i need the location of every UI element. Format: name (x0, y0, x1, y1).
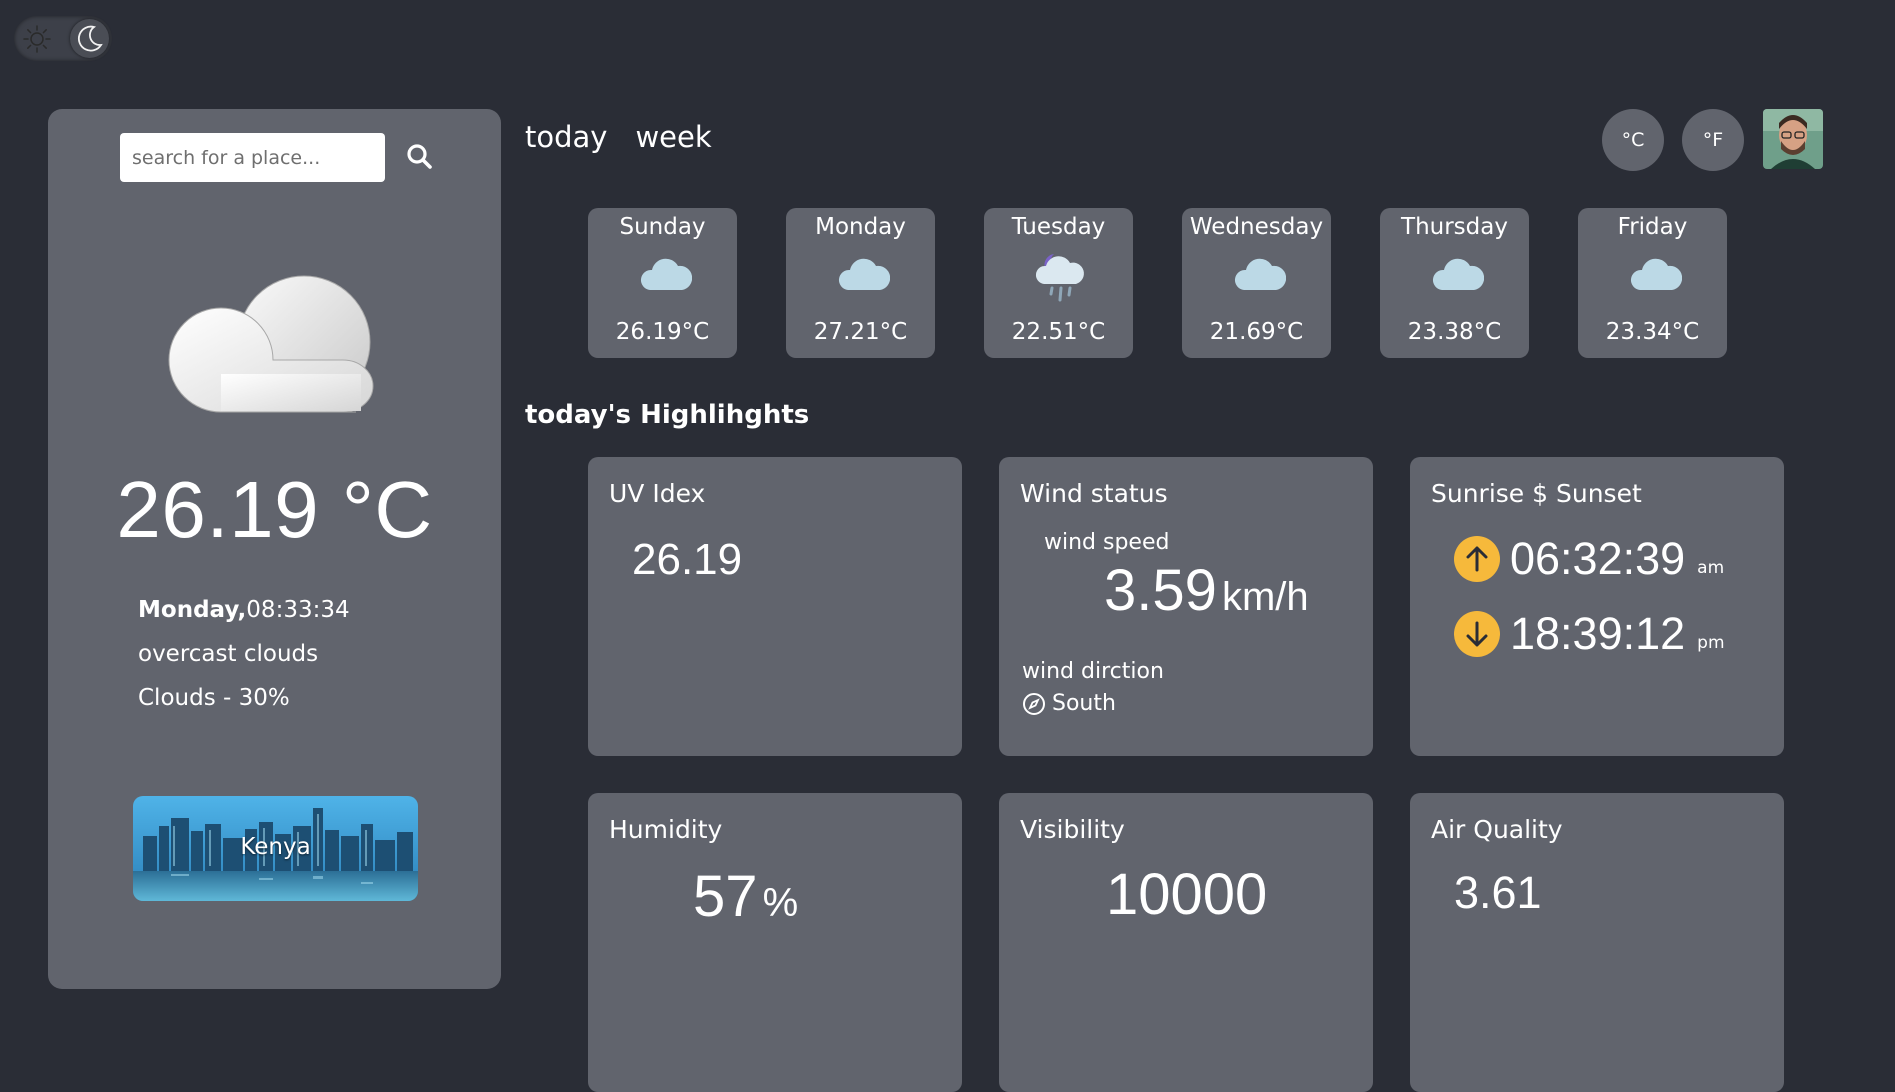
toggle-knob[interactable] (70, 19, 109, 58)
air-quality-value: 3.61 (1454, 867, 1542, 918)
cloud-icon (839, 258, 890, 290)
moon-icon (77, 25, 103, 52)
sunrise-suffix: am (1697, 558, 1725, 578)
forecast-card[interactable]: Monday 27.21°C (786, 208, 935, 358)
visibility-card: Visibility 10000 (999, 793, 1373, 1092)
weather-description: overcast clouds (138, 641, 319, 667)
sunrise-arrow-icon (1454, 536, 1500, 582)
forecast-day: Thursday (1401, 214, 1508, 240)
cloud-icon (1631, 258, 1682, 290)
forecast-card[interactable]: Friday 23.34°C (1578, 208, 1727, 358)
tab-week[interactable]: week (635, 120, 711, 154)
wind-direction-label: wind dirction (1022, 659, 1164, 684)
uv-index-card: UV Idex 26.19 (588, 457, 962, 756)
sunset-time: 18:39:12 (1510, 608, 1686, 659)
sunrise-time: 06:32:39 (1510, 533, 1686, 584)
air-quality-card: Air Quality 3.61 (1410, 793, 1784, 1092)
wind-speed-unit: km/h (1221, 575, 1309, 619)
forecast-day: Sunday (619, 214, 706, 240)
forecast-day: Friday (1617, 214, 1688, 240)
wind-title: Wind status (1020, 479, 1168, 508)
cloud-icon (168, 275, 374, 413)
sun-title: Sunrise $ Sunset (1431, 479, 1642, 508)
fahrenheit-button[interactable]: °F (1682, 109, 1744, 171)
forecast-temp: 23.34°C (1605, 319, 1700, 345)
air-quality-title: Air Quality (1431, 815, 1563, 844)
sunset-suffix: pm (1697, 633, 1725, 653)
humidity-card: Humidity 57 % (588, 793, 962, 1092)
visibility-value: 10000 (1106, 862, 1268, 927)
celsius-button[interactable]: °C (1602, 109, 1664, 171)
tab-today[interactable]: today (525, 120, 607, 154)
humidity-value: 57 (693, 864, 758, 929)
current-temperature: 26.19 °C (116, 465, 433, 554)
uv-title: UV Idex (609, 479, 706, 508)
forecast-card[interactable]: Wednesday 21.69°C (1182, 208, 1331, 358)
cloud-icon (641, 258, 692, 290)
wind-speed-value: 3.59 (1104, 558, 1217, 623)
current-weather-panel: 26.19 °C Monday,08:33:34 overcast clouds… (48, 109, 501, 989)
wind-speed-label: wind speed (1044, 530, 1170, 555)
location-name: Kenya (240, 834, 311, 860)
wind-direction-value: South (1052, 691, 1116, 716)
forecast-temp: 26.19°C (615, 319, 710, 345)
sunrise-sunset-card: Sunrise $ Sunset 06:32:39 am 18:39:12 pm (1410, 457, 1784, 756)
search-input[interactable] (120, 133, 385, 182)
forecast-temp: 21.69°C (1209, 319, 1304, 345)
wind-speed: 3.59 km/h (1104, 557, 1309, 624)
humidity-unit: % (762, 881, 799, 925)
theme-toggle[interactable] (14, 16, 112, 61)
user-photo (1763, 109, 1823, 169)
clouds-percentage: Clouds - 30% (138, 685, 290, 711)
current-datetime: Monday,08:33:34 (138, 597, 350, 623)
uv-value: 26.19 (632, 535, 743, 584)
search-icon[interactable] (402, 139, 438, 175)
sunrise-row: 06:32:39 am (1454, 533, 1724, 585)
wind-status-card: Wind status wind speed 3.59 km/h wind di… (999, 457, 1373, 756)
forecast-temp: 22.51°C (1011, 319, 1106, 345)
forecast-day: Monday (815, 214, 906, 240)
forecast-card[interactable]: Thursday 23.38°C (1380, 208, 1529, 358)
wind-direction: South (1022, 691, 1116, 716)
humidity-reading: 57 % (693, 863, 798, 930)
sunset-row: 18:39:12 pm (1454, 608, 1725, 660)
forecast-temp: 23.38°C (1407, 319, 1502, 345)
cloud-icon (1433, 258, 1484, 290)
avatar[interactable] (1763, 109, 1823, 169)
forecast-day: Wednesday (1189, 214, 1324, 240)
forecast-card[interactable]: Sunday 26.19°C (588, 208, 737, 358)
location-card[interactable]: Kenya (133, 796, 418, 901)
sunset-arrow-icon (1454, 611, 1500, 657)
current-day: Monday, (138, 597, 247, 623)
cloud-icon (1235, 258, 1286, 290)
visibility-title: Visibility (1020, 815, 1125, 844)
forecast-day: Tuesday (1011, 214, 1106, 240)
night-rain-icon (1035, 254, 1084, 302)
view-tabs: today week (525, 120, 740, 154)
compass-icon (1023, 692, 1045, 715)
humidity-title: Humidity (609, 815, 723, 844)
current-time: 08:33:34 (246, 597, 350, 623)
forecast-card[interactable]: Tuesday 22.51°C (984, 208, 1133, 358)
highlights-title: today's Highlihghts (525, 400, 810, 430)
sun-icon (23, 25, 51, 53)
forecast-temp: 27.21°C (813, 319, 908, 345)
